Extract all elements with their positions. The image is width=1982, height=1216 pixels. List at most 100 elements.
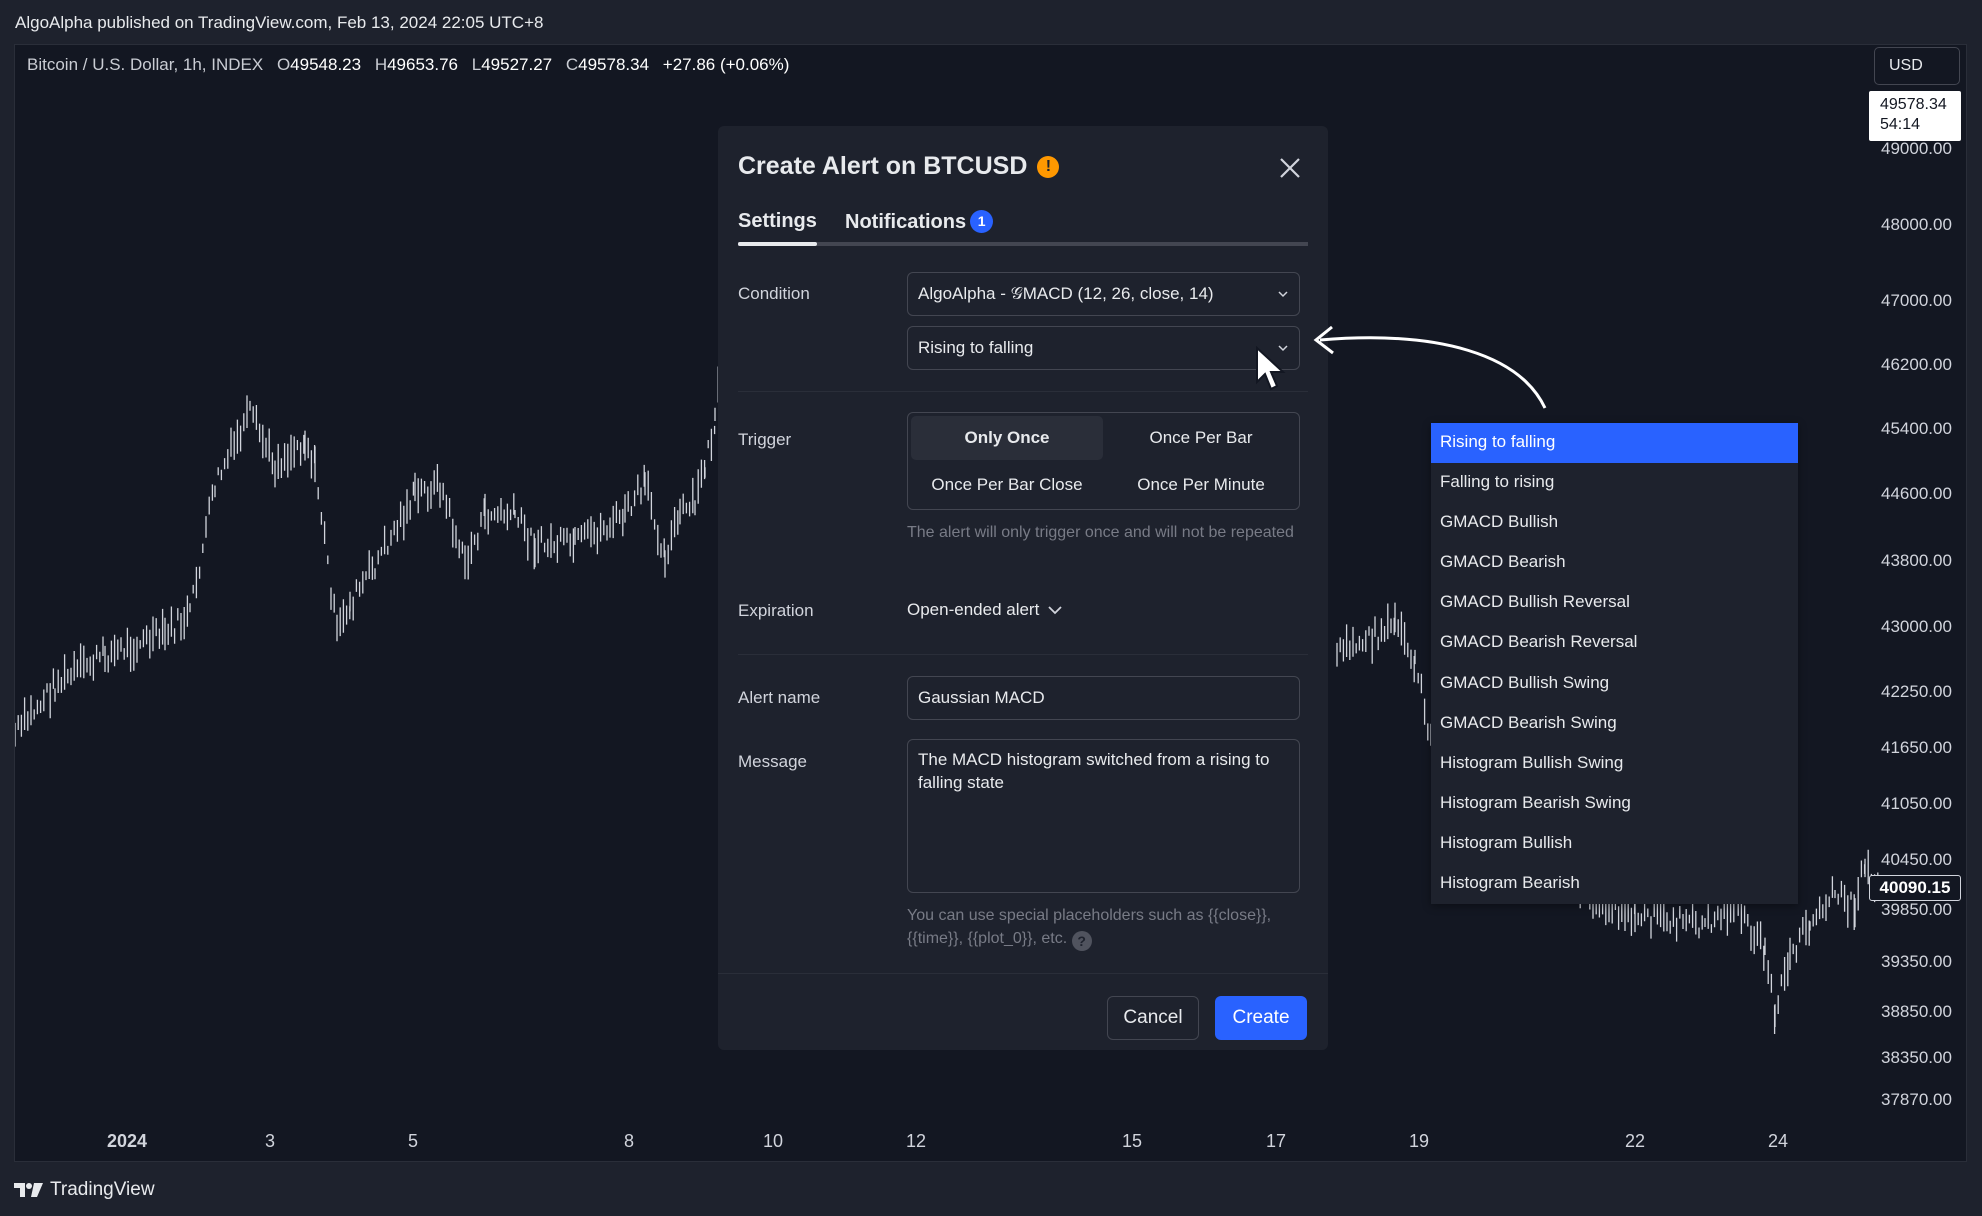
condition-option[interactable]: GMACD Bullish Reversal bbox=[1431, 583, 1798, 623]
trigger-label: Trigger bbox=[738, 430, 792, 449]
tab-notifications-label: Notifications bbox=[845, 211, 967, 233]
price-axis-label: 41650.00 bbox=[1881, 738, 1952, 757]
condition-event-value: Rising to falling bbox=[918, 338, 1034, 357]
price-axis-label: 37870.00 bbox=[1881, 1090, 1952, 1109]
condition-option[interactable]: Rising to falling bbox=[1431, 423, 1798, 464]
price-axis-label: 42250.00 bbox=[1881, 682, 1952, 701]
dialog-title-text: Create Alert on BTCUSD bbox=[738, 152, 1028, 180]
mouse-pointer-icon bbox=[1256, 346, 1286, 391]
condition-indicator-value: AlgoAlpha - 𝒢MACD (12, 26, close, 14) bbox=[918, 284, 1214, 303]
time-axis-label: 12 bbox=[905, 1131, 927, 1151]
help-icon[interactable]: ? bbox=[1071, 931, 1092, 951]
time-axis-label: 19 bbox=[1408, 1131, 1430, 1151]
arrow-annotation-icon bbox=[1313, 325, 1547, 409]
price-axis-label: 39350.00 bbox=[1881, 952, 1952, 971]
price-axis-label: 48000.00 bbox=[1881, 215, 1952, 234]
condition-option[interactable]: GMACD Bearish Reversal bbox=[1431, 623, 1798, 663]
price-axis-label: 47000.00 bbox=[1881, 291, 1952, 310]
symbol-legend[interactable]: Bitcoin / U.S. Dollar, 1h, INDEX O49548.… bbox=[27, 55, 789, 75]
condition-indicator-select[interactable]: AlgoAlpha - 𝒢MACD (12, 26, close, 14) bbox=[907, 272, 1300, 316]
section-divider bbox=[738, 654, 1308, 655]
condition-option[interactable]: GMACD Bearish bbox=[1431, 543, 1798, 583]
time-axis-label: 5 bbox=[407, 1131, 419, 1151]
last-price: 49578.34 bbox=[1880, 96, 1947, 113]
chevron-down-icon bbox=[1048, 606, 1062, 615]
publish-info: AlgoAlpha published on TradingView.com, … bbox=[15, 13, 544, 32]
publish-bar: AlgoAlpha published on TradingView.com, … bbox=[0, 0, 1982, 44]
trigger-options: Only Once Once Per Bar Once Per Bar Clos… bbox=[907, 412, 1300, 510]
crosshair-price-tag: 40090.15 bbox=[1869, 875, 1961, 901]
trigger-once-per-minute[interactable]: Once Per Minute bbox=[1105, 463, 1297, 507]
create-button[interactable]: Create bbox=[1215, 996, 1307, 1040]
condition-option[interactable]: Histogram Bullish Swing bbox=[1431, 744, 1798, 784]
close-value: 49578.34 bbox=[578, 55, 650, 74]
expiration-dropdown[interactable]: Open-ended alert bbox=[907, 600, 1063, 620]
message-textarea[interactable]: The MACD histogram switched from a risin… bbox=[907, 739, 1300, 893]
low-label: L bbox=[471, 55, 482, 74]
dialog-title: Create Alert on BTCUSD ! bbox=[738, 152, 1060, 181]
time-axis-label: 22 bbox=[1624, 1131, 1646, 1151]
time-axis-label: 24 bbox=[1767, 1131, 1789, 1151]
trigger-once-per-bar-close[interactable]: Once Per Bar Close bbox=[911, 463, 1103, 507]
close-icon[interactable] bbox=[1274, 152, 1306, 184]
time-axis-label: 8 bbox=[623, 1131, 635, 1151]
message-label: Message bbox=[738, 752, 807, 771]
last-price-tag: 49578.34 54:14 bbox=[1869, 91, 1961, 141]
price-axis-label: 38850.00 bbox=[1881, 1002, 1952, 1021]
price-change: +27.86 (+0.06%) bbox=[662, 55, 790, 74]
price-axis-label: 41050.00 bbox=[1881, 794, 1952, 813]
high-label: H bbox=[374, 55, 388, 74]
open-value: 49548.23 bbox=[290, 55, 362, 74]
condition-option[interactable]: GMACD Bullish bbox=[1431, 503, 1798, 543]
tab-settings[interactable]: Settings bbox=[738, 210, 817, 246]
price-axis-label: 49000.00 bbox=[1881, 139, 1952, 158]
alert-name-label: Alert name bbox=[738, 688, 821, 707]
low-value: 49527.27 bbox=[481, 55, 553, 74]
close-label: C bbox=[565, 55, 579, 74]
time-axis-label: 2024 bbox=[106, 1131, 148, 1151]
notifications-badge: 1 bbox=[970, 210, 994, 233]
price-axis-label: 39850.00 bbox=[1881, 900, 1952, 919]
bar-countdown: 54:14 bbox=[1880, 116, 1921, 133]
expiration-label: Expiration bbox=[738, 601, 814, 620]
condition-label: Condition bbox=[738, 284, 810, 303]
trigger-only-once[interactable]: Only Once bbox=[911, 416, 1103, 460]
create-alert-dialog: Create Alert on BTCUSD ! Settings Notifi… bbox=[718, 126, 1328, 1050]
price-axis-label: 43800.00 bbox=[1881, 551, 1952, 570]
condition-option[interactable]: Histogram Bearish bbox=[1431, 864, 1798, 904]
time-axis-label: 17 bbox=[1265, 1131, 1287, 1151]
open-label: O bbox=[276, 55, 291, 74]
expiration-value: Open-ended alert bbox=[907, 600, 1040, 619]
dialog-footer: Cancel Create bbox=[718, 973, 1328, 1050]
price-axis-label: 46200.00 bbox=[1881, 355, 1952, 374]
dialog-tabs: Settings Notifications 1 bbox=[738, 210, 1308, 246]
alert-name-input[interactable] bbox=[907, 676, 1300, 720]
tradingview-footer: TradingView bbox=[14, 1178, 155, 1202]
price-axis-label: 44600.00 bbox=[1881, 484, 1952, 503]
condition-option[interactable]: Falling to rising bbox=[1431, 463, 1798, 503]
tab-notifications[interactable]: Notifications 1 bbox=[845, 210, 994, 234]
cancel-button[interactable]: Cancel bbox=[1107, 996, 1199, 1040]
trigger-once-per-bar[interactable]: Once Per Bar bbox=[1105, 416, 1297, 460]
tradingview-logo-icon bbox=[14, 1183, 43, 1197]
footer-brand: TradingView bbox=[50, 1179, 155, 1200]
time-axis-label: 3 bbox=[264, 1131, 276, 1151]
chevron-down-icon bbox=[1278, 291, 1288, 298]
symbol-name: Bitcoin / U.S. Dollar, 1h, INDEX bbox=[27, 55, 264, 74]
price-axis-label: 40450.00 bbox=[1881, 850, 1952, 869]
warning-icon[interactable]: ! bbox=[1037, 155, 1060, 178]
time-axis-label: 10 bbox=[762, 1131, 784, 1151]
condition-option[interactable]: Histogram Bearish Swing bbox=[1431, 784, 1798, 824]
condition-option[interactable]: GMACD Bullish Swing bbox=[1431, 664, 1798, 704]
condition-options-list: Rising to falling Falling to rising GMACD … bbox=[1431, 423, 1798, 904]
section-divider bbox=[738, 391, 1308, 392]
placeholder-hint: You can use special placeholders such as… bbox=[907, 904, 1300, 951]
condition-event-select[interactable]: Rising to falling bbox=[907, 326, 1300, 370]
price-axis-label: 45400.00 bbox=[1881, 419, 1952, 438]
currency-button[interactable]: USD bbox=[1874, 47, 1960, 85]
condition-option[interactable]: Histogram Bullish bbox=[1431, 824, 1798, 864]
high-value: 49653.76 bbox=[387, 55, 458, 74]
condition-option[interactable]: GMACD Bearish Swing bbox=[1431, 704, 1798, 744]
time-axis-label: 15 bbox=[1121, 1131, 1143, 1151]
trigger-hint: The alert will only trigger once and wil… bbox=[907, 524, 1294, 541]
